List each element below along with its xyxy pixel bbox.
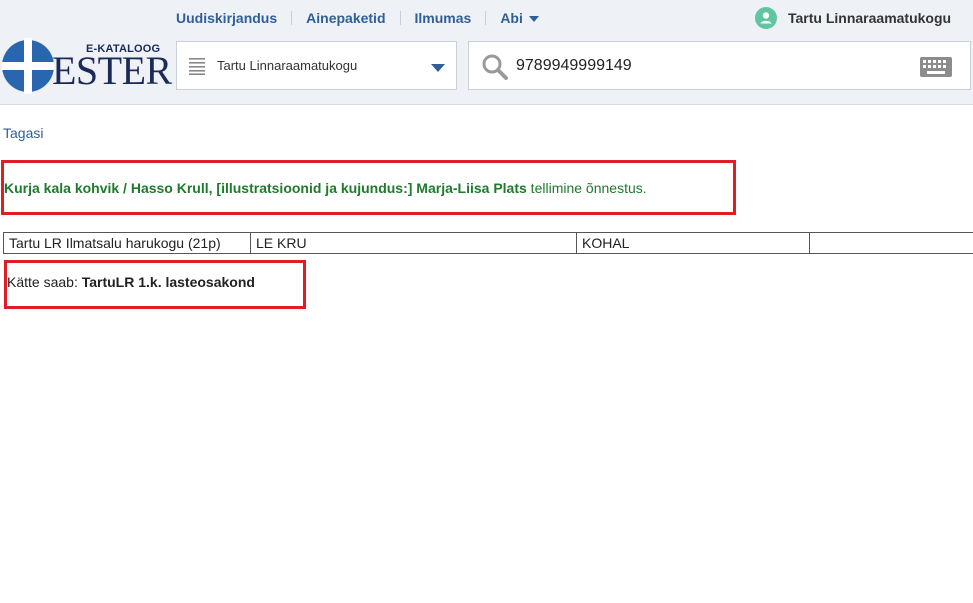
back-link[interactable]: Tagasi — [3, 125, 43, 141]
nav-divider — [399, 11, 401, 25]
nav-abi[interactable]: Abi — [500, 10, 539, 26]
order-status-text: tellimine õnnestus. — [526, 179, 647, 196]
copy-extra-cell — [809, 232, 973, 254]
nav-divider — [485, 11, 487, 25]
library-select-value: Tartu Linnaraamatukogu — [217, 58, 358, 73]
pickup-label: Kätte saab: — [7, 274, 82, 290]
nav-abi-label: Abi — [500, 10, 523, 26]
book-title[interactable]: Kurja kala kohvik / Hasso Krull, [illust… — [4, 180, 527, 196]
search-box — [468, 41, 971, 90]
keyboard-icon[interactable] — [920, 57, 952, 77]
order-success-message: Kurja kala kohvik / Hasso Krull, [illust… — [1, 160, 736, 215]
chevron-down-icon — [528, 16, 539, 23]
copy-location-cell: Tartu LR Ilmatsalu harukogu (21p) — [3, 232, 251, 254]
ester-logo[interactable]: E-KATALOOG ESTER — [2, 38, 172, 96]
logo-title: ESTER — [52, 48, 172, 93]
nav-divider — [291, 11, 293, 25]
nav-ilmumas[interactable]: Ilmumas — [415, 10, 472, 26]
library-select[interactable]: Tartu Linnaraamatukogu — [176, 41, 457, 90]
nav-uudiskirjandus[interactable]: Uudiskirjandus — [176, 10, 277, 26]
header: Uudiskirjandus Ainepaketid Ilmumas Abi T… — [0, 0, 973, 105]
top-navigation: Uudiskirjandus Ainepaketid Ilmumas Abi — [176, 10, 539, 26]
list-icon — [189, 57, 205, 75]
copy-shelfmark-cell: LE KRU — [250, 232, 577, 254]
copy-status-cell: KOHAL — [576, 232, 810, 254]
user-account[interactable]: Tartu Linnaraamatukogu — [755, 7, 951, 29]
nav-ainepaketid[interactable]: Ainepaketid — [306, 10, 385, 26]
globe-icon — [2, 38, 54, 94]
copy-table: Tartu LR Ilmatsalu harukogu (21p) LE KRU… — [3, 232, 973, 254]
table-row: Tartu LR Ilmatsalu harukogu (21p) LE KRU… — [3, 232, 973, 254]
pickup-info: Kätte saab: TartuLR 1.k. lasteosakond — [4, 260, 306, 309]
user-avatar-icon — [755, 7, 777, 29]
user-name: Tartu Linnaraamatukogu — [788, 10, 952, 26]
dropdown-arrow-icon — [431, 64, 445, 72]
pickup-place: TartuLR 1.k. lasteosakond — [81, 274, 255, 290]
search-input[interactable] — [516, 54, 906, 78]
search-icon[interactable] — [481, 53, 509, 81]
